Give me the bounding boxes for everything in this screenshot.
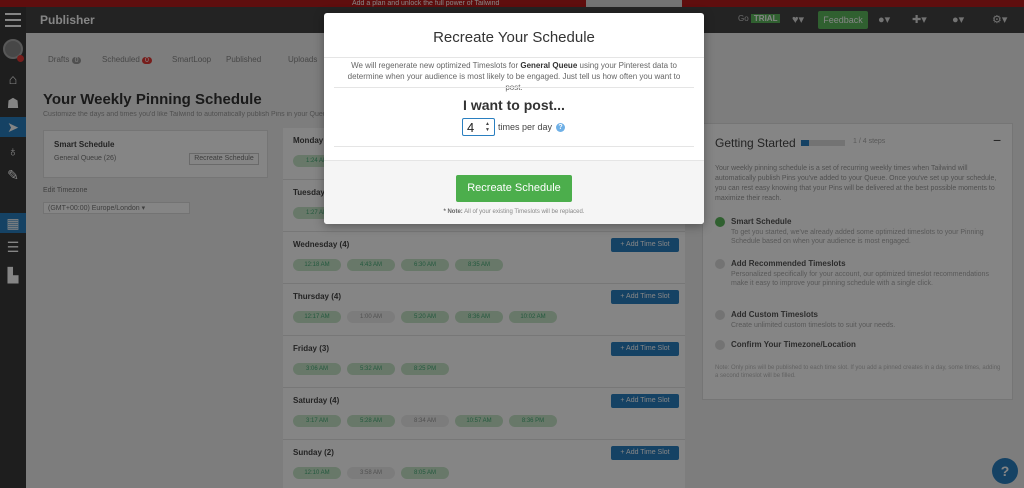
recreate-schedule-button[interactable]: Recreate Schedule (456, 175, 572, 202)
modal-divider (334, 87, 694, 88)
frequency-row: 4 ▲ ▼ times per day ? (462, 118, 566, 136)
modal-divider (334, 146, 694, 147)
replace-note: * Note: All of your existing Timeslots w… (443, 209, 585, 215)
stepper-arrows-icon[interactable]: ▲ ▼ (483, 121, 492, 133)
question-icon[interactable]: ? (556, 122, 566, 132)
recreate-schedule-modal: Recreate Your Schedule We will regenerat… (324, 13, 704, 224)
queue-name: General Queue (520, 61, 578, 70)
posts-per-day-stepper[interactable]: 4 ▲ ▼ (462, 118, 495, 136)
modal-description: We will regenerate new optimized Timeslo… (347, 61, 681, 92)
unit-label: times per day (498, 122, 553, 132)
modal-divider (324, 57, 704, 58)
post-frequency-heading: I want to post... (463, 97, 565, 113)
modal-footer: Recreate Schedule * Note: All of your ex… (324, 160, 704, 224)
posts-per-day-value[interactable]: 4 (467, 120, 474, 135)
modal-title: Recreate Your Schedule (433, 29, 595, 46)
